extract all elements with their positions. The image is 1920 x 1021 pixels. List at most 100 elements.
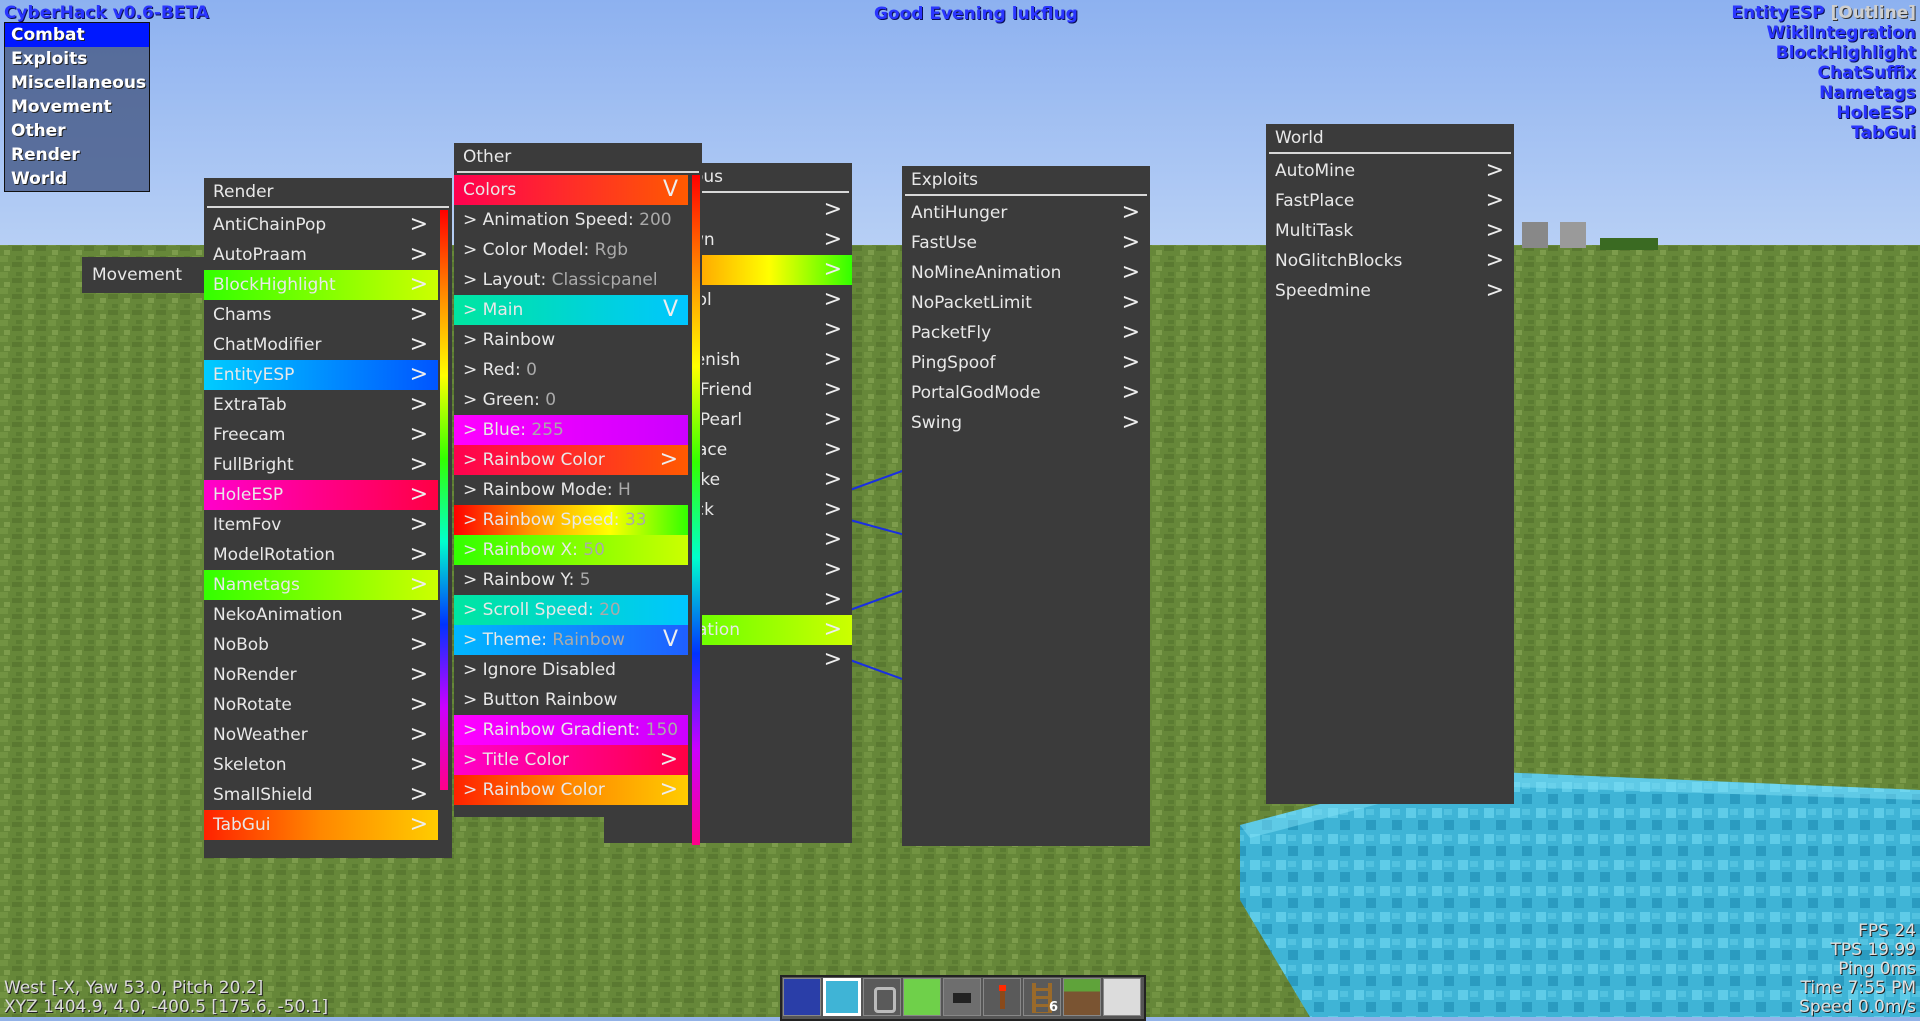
world-item-fastplace[interactable]: FastPlace >: [1266, 186, 1514, 216]
render-item-chatmodifier[interactable]: ChatModifier >: [204, 330, 438, 360]
chevron-down-icon: V: [662, 177, 678, 202]
movement-panel[interactable]: Movement: [82, 257, 212, 293]
world-item-noglitchblocks[interactable]: NoGlitchBlocks >: [1266, 246, 1514, 276]
hotbar-slot-diamond-block[interactable]: [823, 978, 861, 1016]
exploits-item-nopacketlimit[interactable]: NoPacketLimit >: [902, 288, 1150, 318]
render-panel[interactable]: Render AntiChainPop > AutoPraam > BlockHighl…: [204, 178, 452, 858]
render-item-tabgui[interactable]: TabGui >: [204, 810, 438, 840]
world-panel-title[interactable]: World: [1269, 124, 1511, 154]
other-panel-title[interactable]: Other: [457, 143, 699, 173]
chevron-right-icon: >: [1121, 290, 1140, 315]
exploits-item-packetfly-label: PacketFly: [911, 323, 992, 343]
tabgui-item-combat[interactable]: Combat: [5, 23, 149, 47]
other-setting-row[interactable]: > Green: 0: [454, 385, 688, 415]
hotbar-slot-iron-block[interactable]: [1103, 978, 1141, 1016]
other-setting-row[interactable]: > Rainbow Speed: 33: [454, 505, 688, 535]
other-setting-row[interactable]: > Main V: [454, 295, 688, 325]
exploits-item-portalgodmode[interactable]: PortalGodMode >: [902, 378, 1150, 408]
chevron-right-icon: >: [823, 347, 842, 372]
tabgui-item-miscellaneous[interactable]: Miscellaneous: [5, 71, 149, 95]
hotbar-slot-lapis-block[interactable]: [783, 978, 821, 1016]
tabgui-item-exploits[interactable]: Exploits: [5, 47, 149, 71]
other-setting-row[interactable]: > Rainbow: [454, 325, 688, 355]
render-item-extratab[interactable]: ExtraTab >: [204, 390, 438, 420]
setting-value: H: [617, 480, 631, 500]
render-item-norotate[interactable]: NoRotate >: [204, 690, 438, 720]
render-item-itemfov[interactable]: ItemFov >: [204, 510, 438, 540]
other-setting-row[interactable]: > Button Rainbow: [454, 685, 688, 715]
other-setting-row[interactable]: > Rainbow Color >: [454, 775, 688, 805]
render-item-norender[interactable]: NoRender >: [204, 660, 438, 690]
movement-panel-title[interactable]: Movement: [82, 257, 212, 293]
render-item-antichainpop[interactable]: AntiChainPop >: [204, 210, 438, 240]
exploits-item-swing[interactable]: Swing >: [902, 408, 1150, 438]
setting-label: > Title Color: [463, 750, 569, 770]
setting-label: > Theme:: [463, 630, 553, 650]
world-item-speedmine[interactable]: Speedmine >: [1266, 276, 1514, 306]
other-setting-row[interactable]: > Rainbow Y: 5: [454, 565, 688, 595]
exploits-item-antihunger[interactable]: AntiHunger >: [902, 198, 1150, 228]
other-setting-row[interactable]: > Ignore Disabled: [454, 655, 688, 685]
render-item-chams[interactable]: Chams >: [204, 300, 438, 330]
hotbar-slot-furnace[interactable]: [943, 978, 981, 1016]
render-item-nametags[interactable]: Nametags >: [204, 570, 438, 600]
tabgui-item-world[interactable]: World: [5, 167, 149, 191]
render-item-autopraam[interactable]: AutoPraam >: [204, 240, 438, 270]
tabgui-item-render[interactable]: Render: [5, 143, 149, 167]
other-panel[interactable]: Other Colors V > Animation Speed: 200 > Col…: [454, 143, 702, 845]
render-item-blockhighlight[interactable]: BlockHighlight >: [204, 270, 438, 300]
hotbar-slot-flint-and-steel[interactable]: [863, 978, 901, 1016]
other-setting-row[interactable]: > Color Model: Rgb: [454, 235, 688, 265]
tabgui-item-other[interactable]: Other: [5, 119, 149, 143]
render-item-holeesp[interactable]: HoleESP >: [204, 480, 438, 510]
render-item-skeleton[interactable]: Skeleton >: [204, 750, 438, 780]
render-panel-title[interactable]: Render: [207, 178, 449, 208]
other-setting-row[interactable]: > Rainbow Mode: H: [454, 475, 688, 505]
chevron-right-icon: >: [659, 447, 678, 472]
exploits-item-nomineanimation[interactable]: NoMineAnimation >: [902, 258, 1150, 288]
hotbar-slot-redstone-torch[interactable]: [983, 978, 1021, 1016]
hotbar[interactable]: 6: [780, 975, 1146, 1021]
exploits-item-fastuse[interactable]: FastUse >: [902, 228, 1150, 258]
render-item-freecam[interactable]: Freecam >: [204, 420, 438, 450]
other-setting-row[interactable]: > Layout: Classicpanel: [454, 265, 688, 295]
render-item-nekoanimation[interactable]: NekoAnimation >: [204, 600, 438, 630]
exploits-item-pingspoof[interactable]: PingSpoof >: [902, 348, 1150, 378]
active-modules-list: EntityESP [Outline] WikiIntegration Bloc…: [1731, 3, 1916, 143]
other-setting-row[interactable]: > Scroll Speed: 20: [454, 595, 688, 625]
world-item-multitask[interactable]: MultiTask >: [1266, 216, 1514, 246]
setting-label: Colors: [463, 180, 517, 200]
chevron-right-icon: >: [823, 467, 842, 492]
other-setting-row[interactable]: > Animation Speed: 200: [454, 205, 688, 235]
hotbar-slot-ladder[interactable]: 6: [1023, 978, 1061, 1016]
hotbar-slot-slime-block[interactable]: [903, 978, 941, 1016]
render-item-smallshield[interactable]: SmallShield >: [204, 780, 438, 810]
render-item-blockhighlight-label: BlockHighlight: [213, 275, 336, 295]
other-setting-row[interactable]: > Rainbow Gradient: 150: [454, 715, 688, 745]
other-setting-row[interactable]: > Theme: Rainbow V: [454, 625, 688, 655]
other-setting-row[interactable]: > Title Color >: [454, 745, 688, 775]
render-item-entityesp[interactable]: EntityESP >: [204, 360, 438, 390]
exploits-item-packetfly[interactable]: PacketFly >: [902, 318, 1150, 348]
chevron-right-icon: >: [659, 777, 678, 802]
world-item-noglitchblocks-label: NoGlitchBlocks: [1275, 251, 1403, 271]
other-scrollbar[interactable]: [692, 175, 700, 845]
other-setting-row[interactable]: > Blue: 255: [454, 415, 688, 445]
other-setting-row[interactable]: > Red: 0: [454, 355, 688, 385]
render-item-fullbright[interactable]: FullBright >: [204, 450, 438, 480]
other-setting-row[interactable]: Colors V: [454, 175, 688, 205]
render-scrollbar[interactable]: [440, 210, 448, 790]
render-item-noweather[interactable]: NoWeather >: [204, 720, 438, 750]
tabgui-item-movement[interactable]: Movement: [5, 95, 149, 119]
render-item-nobob[interactable]: NoBob >: [204, 630, 438, 660]
other-setting-row[interactable]: > Rainbow X: 50: [454, 535, 688, 565]
hotbar-slot-grass-block[interactable]: [1063, 978, 1101, 1016]
other-setting-row[interactable]: > Rainbow Color >: [454, 445, 688, 475]
world-item-automine[interactable]: AutoMine >: [1266, 156, 1514, 186]
exploits-item-pingspoof-label: PingSpoof: [911, 353, 996, 373]
exploits-panel[interactable]: Exploits AntiHunger > FastUse > NoMineAnimat…: [902, 166, 1150, 846]
world-item-fastplace-label: FastPlace: [1275, 191, 1355, 211]
exploits-panel-title[interactable]: Exploits: [905, 166, 1147, 196]
render-item-modelrotation[interactable]: ModelRotation >: [204, 540, 438, 570]
world-panel[interactable]: World AutoMine > FastPlace > MultiTask > NoGli…: [1266, 124, 1514, 804]
